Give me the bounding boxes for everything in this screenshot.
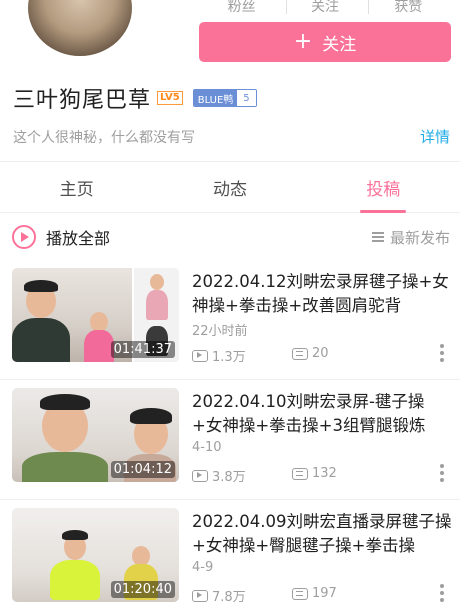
view-count: 3.8万 (212, 470, 246, 485)
avatar[interactable] (28, 0, 132, 56)
video-title[interactable]: 2022.04.09刘畊宏直播录屏毽子操+女神操+臀腿毽子操+拳击操 (192, 510, 452, 558)
view-count: 1.3万 (212, 350, 246, 365)
sort-icon (371, 232, 384, 242)
more-icon[interactable] (440, 584, 444, 602)
video-title[interactable]: 2022.04.10刘畊宏录屏-毽子操+女神操+拳击操+3组臂腿锻炼 (192, 390, 452, 438)
video-duration: 01:20:40 (110, 581, 175, 598)
video-duration: 01:41:37 (110, 341, 175, 358)
detail-link[interactable]: 详情 (420, 126, 450, 147)
video-views: 7.8万 (192, 586, 246, 603)
tab-uploads[interactable]: 投稿 (307, 162, 460, 213)
video-item[interactable]: 01:04:12 2022.04.10刘畊宏录屏-毽子操+女神操+拳击操+3组臂… (0, 380, 460, 500)
video-danmaku: 20 (292, 346, 329, 361)
more-icon[interactable] (440, 464, 444, 482)
danmaku-count: 197 (312, 586, 337, 601)
video-date: 22小时前 (192, 324, 248, 339)
play-count-icon (192, 349, 208, 362)
video-date: 4-10 (192, 440, 222, 455)
video-thumbnail[interactable]: 01:20:40 (12, 508, 179, 602)
stats-row: 粉丝 关注 获赞 (200, 0, 450, 16)
medal-name: BLUE鸭 (193, 90, 238, 106)
follow-label: 关注 (322, 34, 357, 55)
play-count-icon (192, 589, 208, 602)
sort-button[interactable]: 最新发布 (371, 227, 450, 248)
video-thumbnail[interactable]: 01:41:37 (12, 268, 179, 362)
profile-header: 粉丝 关注 获赞 + 关注 三叶狗尾巴草 LV5 BLUE鸭 5 这个人很神秘，… (0, 0, 460, 160)
username: 三叶狗尾巴草 (13, 88, 152, 113)
play-all-label: 播放全部 (46, 229, 111, 248)
tab-home[interactable]: 主页 (0, 162, 153, 212)
stat-divider (286, 0, 287, 14)
view-count: 7.8万 (212, 590, 246, 603)
video-title[interactable]: 2022.04.12刘畊宏录屏毽子操+女神操+拳击操+改善圆肩驼背 (192, 270, 452, 318)
sort-label: 最新发布 (389, 228, 450, 247)
danmaku-icon (292, 347, 308, 360)
video-views: 1.3万 (192, 346, 246, 365)
follow-button[interactable]: + 关注 (199, 22, 451, 62)
stat-label-likes[interactable]: 获赞 (394, 0, 422, 16)
play-circle-icon (12, 225, 36, 249)
stat-divider (368, 0, 369, 14)
video-date: 4-9 (192, 560, 214, 575)
tab-bar: 主页 动态 投稿 (0, 161, 460, 213)
tab-dynamics[interactable]: 动态 (153, 162, 306, 212)
stat-label-fans[interactable]: 粉丝 (228, 0, 256, 16)
bio-text: 这个人很神秘，什么都没有写 (13, 130, 195, 146)
video-thumbnail[interactable]: 01:04:12 (12, 388, 179, 482)
video-views: 3.8万 (192, 466, 246, 485)
danmaku-count: 20 (312, 346, 329, 361)
play-all-row[interactable]: 播放全部 最新发布 (0, 214, 460, 260)
video-item[interactable]: 01:20:40 2022.04.09刘畊宏直播录屏毽子操+女神操+臀腿毽子操+… (0, 500, 460, 603)
play-count-icon (192, 469, 208, 482)
level-badge: LV5 (157, 91, 183, 105)
name-row: 三叶狗尾巴草 LV5 BLUE鸭 5 (13, 82, 257, 114)
danmaku-icon (292, 467, 308, 480)
video-danmaku: 132 (292, 466, 337, 481)
tab-active-indicator (360, 210, 407, 213)
video-item[interactable]: 01:41:37 2022.04.12刘畊宏录屏毽子操+女神操+拳击操+改善圆肩… (0, 260, 460, 380)
plus-icon: + (293, 29, 313, 54)
stat-label-following[interactable]: 关注 (311, 0, 339, 16)
danmaku-icon (292, 587, 308, 600)
danmaku-count: 132 (312, 466, 337, 481)
medal-level: 5 (237, 90, 256, 106)
fan-medal[interactable]: BLUE鸭 5 (192, 89, 257, 107)
more-icon[interactable] (440, 344, 444, 362)
video-danmaku: 197 (292, 586, 337, 601)
video-duration: 01:04:12 (110, 461, 175, 478)
